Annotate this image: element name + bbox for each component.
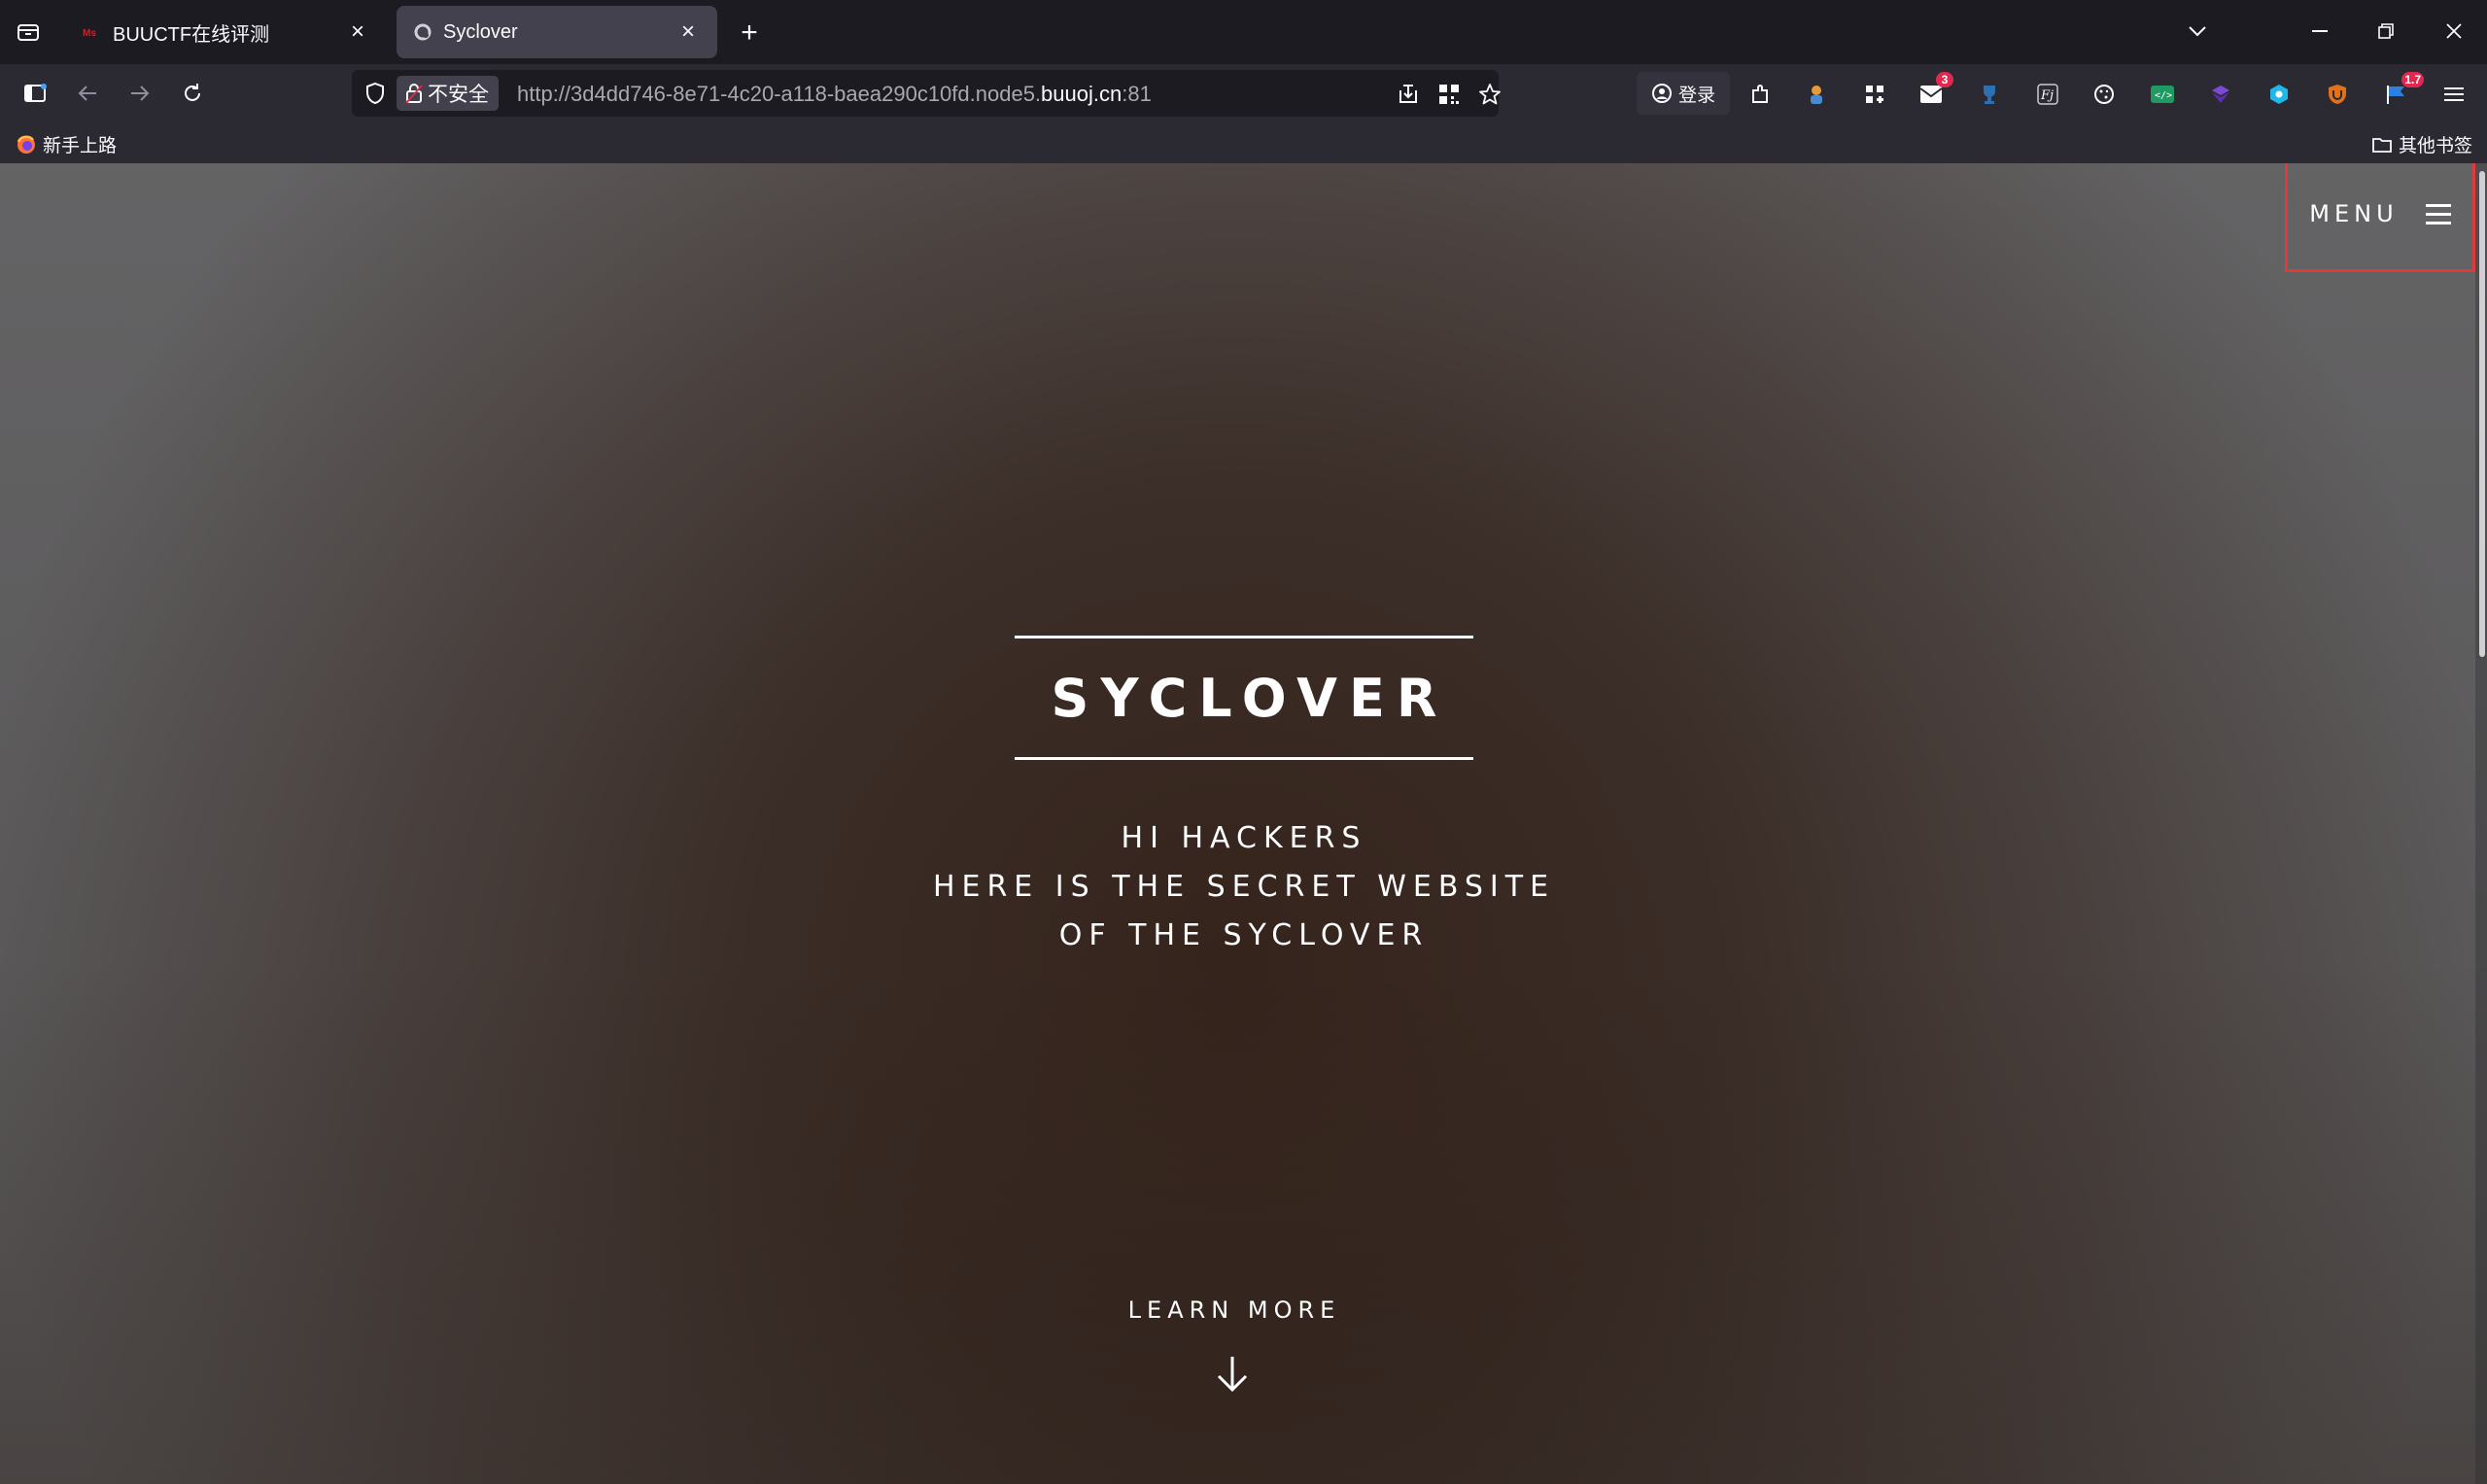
- tab-strip: Ms BUUCTF在线评测 × Syclover × +: [0, 0, 2487, 64]
- login-label: 登录: [1677, 85, 1715, 106]
- restore-icon[interactable]: [2362, 12, 2410, 51]
- mail-badge: 3: [1936, 72, 1953, 87]
- buuctf-favicon-icon: Ms: [82, 21, 103, 43]
- intro-tagline: HI HACKERS HERE IS THE SECRET WEBSITE OF…: [875, 814, 1613, 960]
- forward-icon[interactable]: [122, 76, 157, 111]
- svg-text:Ms: Ms: [83, 28, 96, 39]
- mail-extension-icon[interactable]: 3: [1915, 72, 1953, 111]
- code-extension-icon[interactable]: </>: [2146, 78, 2179, 111]
- bookmark-label: 其他书签: [2399, 136, 2473, 156]
- account-login-button[interactable]: 登录: [1637, 72, 1730, 115]
- close-tab-icon[interactable]: ×: [344, 18, 371, 46]
- bookmark-label: 新手上路: [43, 136, 118, 156]
- tab-syclover[interactable]: Syclover ×: [397, 6, 717, 58]
- list-all-tabs-icon[interactable]: [2173, 12, 2222, 51]
- insecure-label: 不安全: [428, 84, 489, 106]
- menu-toggle-button[interactable]: MENU: [2285, 163, 2475, 272]
- connection-not-secure-chip[interactable]: 不安全: [397, 76, 499, 111]
- page-scrollbar[interactable]: [2475, 163, 2487, 1484]
- tagline-line: HI HACKERS: [1121, 821, 1367, 855]
- qr-code-icon[interactable]: [1434, 80, 1464, 109]
- url-host: buuoj.cn: [1041, 82, 1123, 106]
- close-window-icon[interactable]: [2430, 12, 2478, 51]
- url-prefix: http://3d4dd746-8e71-4c20-a118-baea290c1…: [517, 82, 1042, 106]
- brand-heading-frame: SYCLOVER: [1015, 636, 1473, 760]
- address-bar[interactable]: 不安全 http://3d4dd746-8e71-4c20-a118-baea2…: [352, 70, 1501, 117]
- url-text[interactable]: http://3d4dd746-8e71-4c20-a118-baea290c1…: [517, 82, 1152, 107]
- reload-icon[interactable]: [175, 76, 210, 111]
- tagline-line: OF THE SYCLOVER: [1058, 918, 1430, 952]
- cube-extension-icon[interactable]: [2204, 78, 2237, 111]
- mascot-extension-icon[interactable]: [1800, 78, 1833, 111]
- minimize-icon[interactable]: [2296, 12, 2344, 51]
- extensions-puzzle-icon[interactable]: [1744, 78, 1777, 111]
- apps-grid-icon[interactable]: [1858, 78, 1891, 111]
- tracking-protection-shield-icon[interactable]: [362, 80, 389, 107]
- tab-buuctf[interactable]: Ms BUUCTF在线评测 ×: [66, 6, 387, 58]
- folder-icon: [2372, 137, 2392, 153]
- tab-title: Syclover: [443, 20, 518, 43]
- close-tab-icon[interactable]: ×: [674, 18, 702, 46]
- scrollbar-thumb[interactable]: [2479, 171, 2485, 657]
- script-extension-icon[interactable]: Fj: [2031, 78, 2064, 111]
- syclover-favicon-icon: [412, 21, 433, 43]
- app-menu-icon[interactable]: [2437, 78, 2470, 111]
- url-port: :81: [1122, 82, 1152, 106]
- account-icon: [1651, 84, 1672, 103]
- hamburger-icon: [2425, 203, 2451, 224]
- page-viewport: MENU SYCLOVER HI HACKERS HERE IS THE SEC…: [0, 163, 2487, 1484]
- brand-heading: SYCLOVER: [1051, 667, 1449, 729]
- ublock-shield-icon[interactable]: [2321, 78, 2354, 111]
- firefox-icon: [17, 135, 35, 154]
- save-page-icon[interactable]: [1394, 80, 1423, 109]
- navigation-toolbar: 不安全 http://3d4dd746-8e71-4c20-a118-baea2…: [0, 64, 2487, 122]
- other-bookmarks[interactable]: 其他书签: [2371, 131, 2472, 157]
- cookie-icon[interactable]: [2088, 78, 2121, 111]
- flag-badge: 1.7: [2401, 72, 2424, 87]
- tab-title: BUUCTF在线评测: [113, 23, 270, 46]
- svg-text:</>: </>: [2155, 90, 2172, 101]
- insecure-lock-icon: [405, 84, 423, 104]
- tagline-line: HERE IS THE SECRET WEBSITE: [932, 870, 1556, 904]
- new-tab-button[interactable]: +: [733, 17, 766, 50]
- learn-more-link[interactable]: LEARN MORE: [1040, 1296, 1429, 1324]
- flag-extension-icon[interactable]: 1.7: [2379, 72, 2424, 111]
- bookmark-star-icon[interactable]: [1475, 80, 1504, 109]
- bookmarks-toolbar: 新手上路 其他书签: [0, 122, 2487, 163]
- menu-label: MENU: [2309, 200, 2399, 227]
- tab-list-icon[interactable]: [12, 17, 45, 48]
- hexagon-extension-icon[interactable]: [2262, 78, 2296, 111]
- sidebar-icon[interactable]: [17, 76, 52, 111]
- trophy-extension-icon[interactable]: [1973, 78, 2006, 111]
- bookmark-getting-started[interactable]: 新手上路: [16, 131, 117, 157]
- arrow-down-icon[interactable]: [1213, 1353, 1252, 1396]
- back-icon[interactable]: [70, 76, 105, 111]
- svg-text:Fj: Fj: [2040, 88, 2054, 103]
